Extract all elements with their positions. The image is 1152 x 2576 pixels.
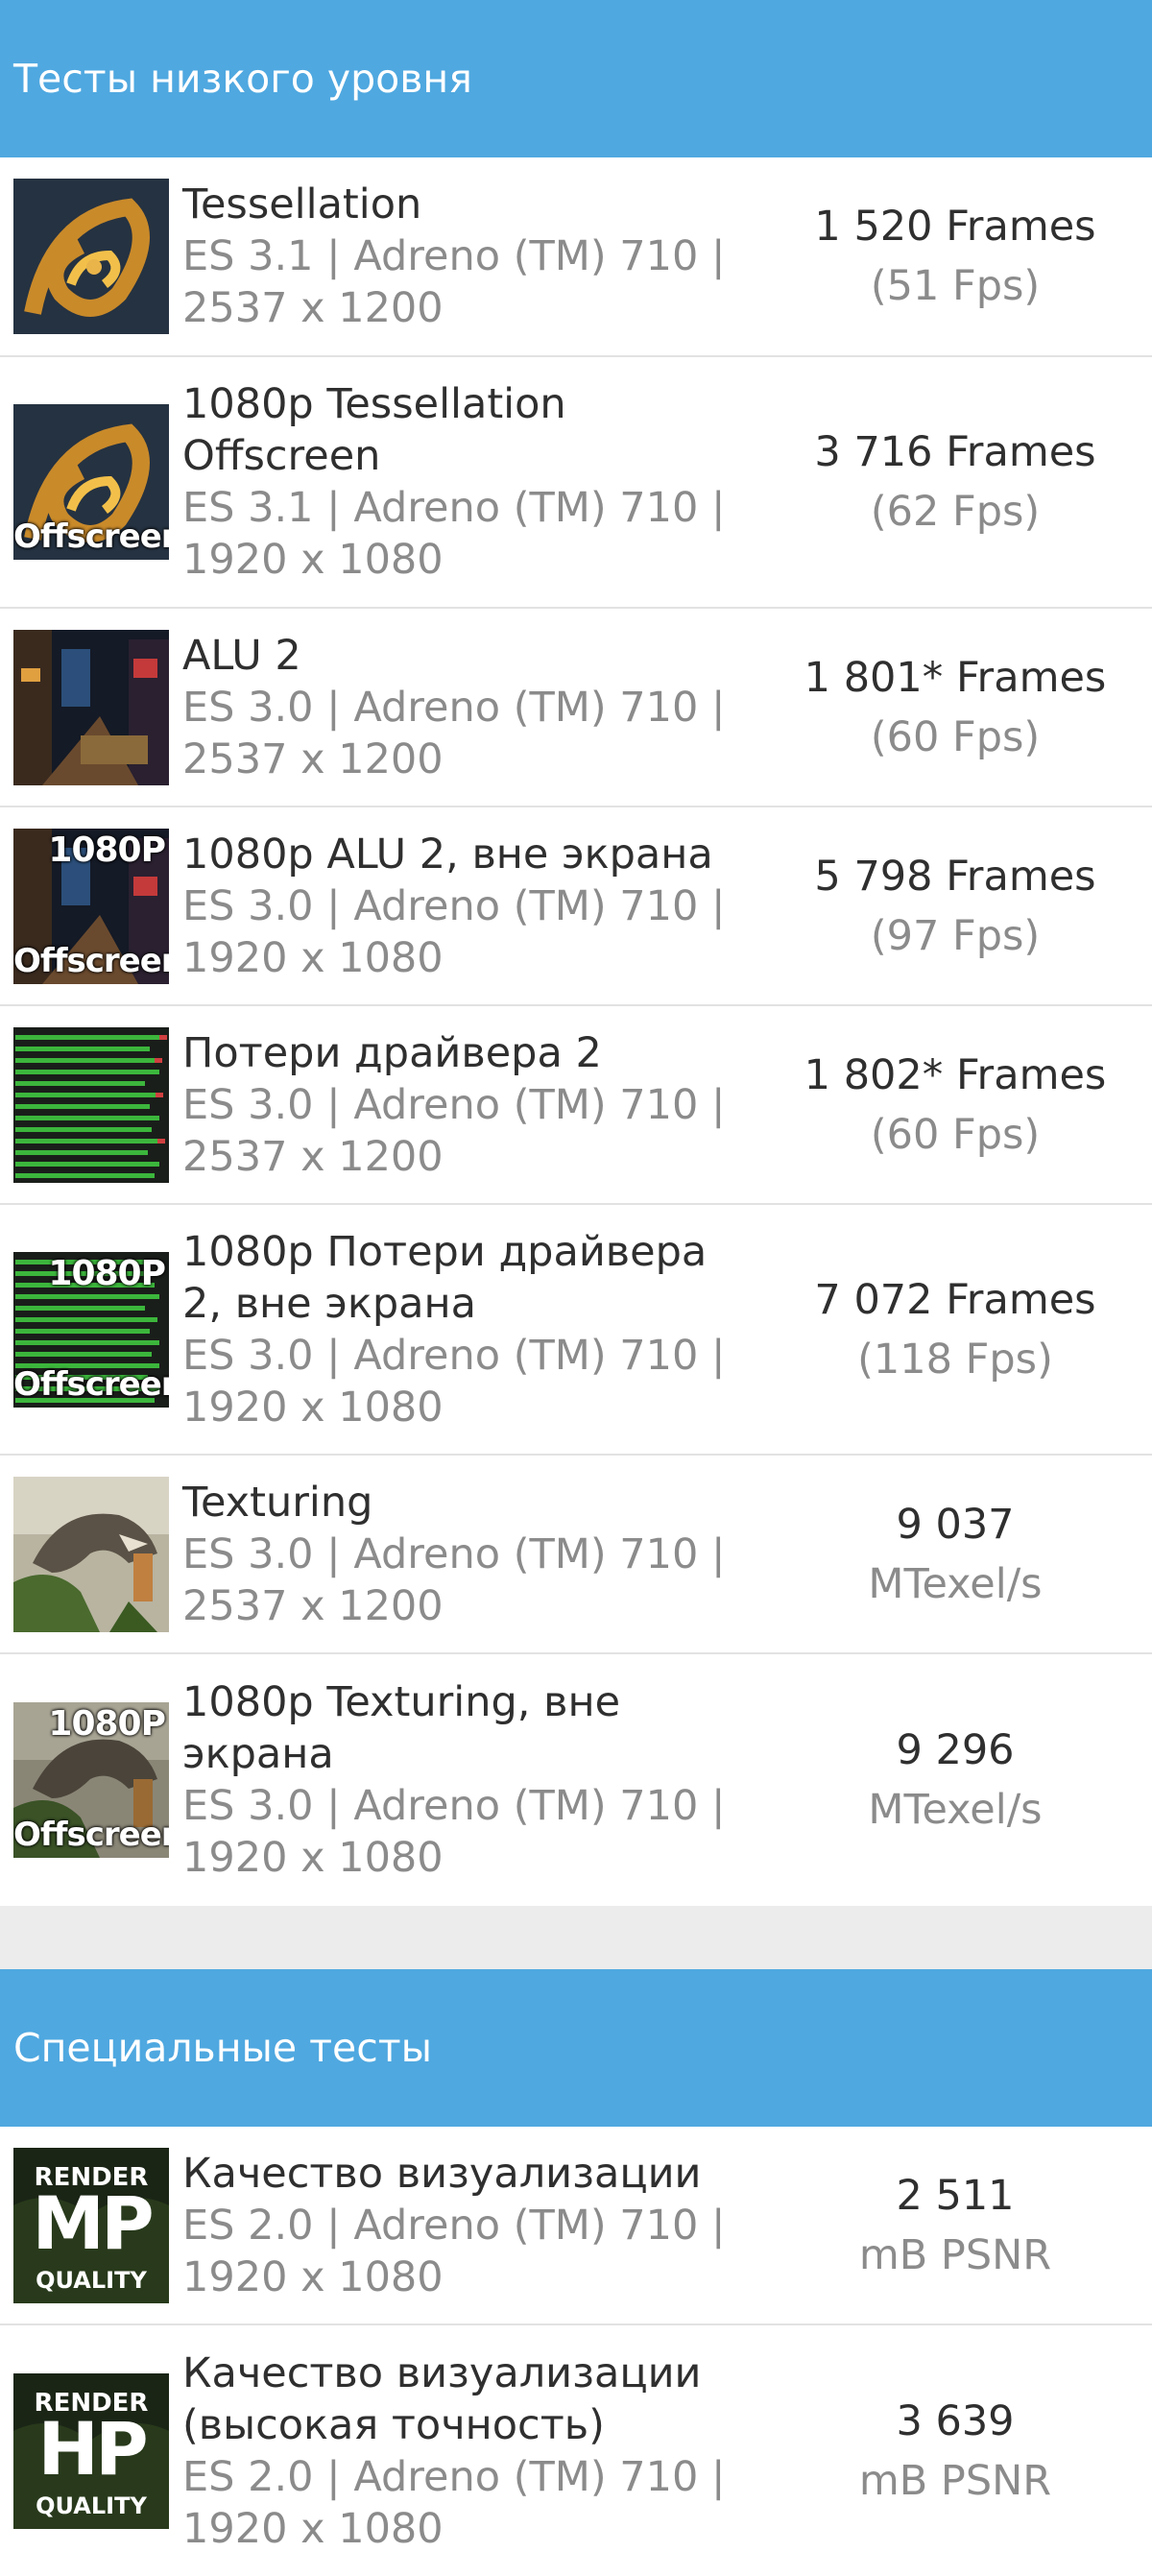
result-value: 1 802* Frames <box>804 1050 1107 1099</box>
test-row-driver-overhead[interactable]: Потери драйвера 2 ES 3.0 | Adreno (TM) 7… <box>0 1006 1152 1205</box>
result-unit: (118 Fps) <box>857 1335 1053 1384</box>
texturing-offscreen-thumbnail: 1080P Offscreen <box>13 1702 169 1858</box>
result-value: 3 716 Frames <box>814 428 1096 476</box>
test-title: 1080p ALU 2, вне экрана <box>182 830 713 879</box>
section-title: Специальные тесты <box>13 2025 433 2071</box>
test-result: 9 037 MTexel/s <box>758 1495 1152 1614</box>
test-row-alu2[interactable]: ALU 2 ES 3.0 | Adreno (TM) 710 | 2537 x … <box>0 609 1152 807</box>
test-title: 1080p Texturing, вне экрана <box>182 1678 621 1778</box>
test-info: 1080p ALU 2, вне экрана ES 3.0 | Adreno … <box>182 829 758 984</box>
test-info: Качество визуализации (высокая точность)… <box>182 2347 758 2555</box>
test-info: ALU 2 ES 3.0 | Adreno (TM) 710 | 2537 x … <box>182 630 758 785</box>
offscreen-label: Offscreen <box>13 1816 169 1854</box>
precision-label: MP <box>32 2179 154 2266</box>
test-result: 9 296 MTexel/s <box>758 1721 1152 1840</box>
result-unit: (60 Fps) <box>870 712 1041 761</box>
result-unit: (97 Fps) <box>870 911 1041 960</box>
resolution-label: 1080P <box>48 1704 166 1744</box>
test-info: 1080p Tessellation Offscreen ES 3.1 | Ad… <box>182 378 758 586</box>
result-value: 3 639 <box>896 2396 1015 2445</box>
result-unit: mB PSNR <box>858 2230 1052 2279</box>
result-value: 1 520 Frames <box>814 203 1096 251</box>
test-title: Потери драйвера 2 <box>182 1028 602 1077</box>
section-header: Специальные тесты <box>0 1969 1152 2127</box>
result-value: 5 798 Frames <box>814 852 1096 901</box>
render-quality-hp-thumbnail: RENDER HP QUALITY <box>13 2372 169 2529</box>
test-info: Tessellation ES 3.1 | Adreno (TM) 710 | … <box>182 179 758 334</box>
result-value: 9 296 <box>896 1726 1015 1774</box>
test-title: Texturing <box>182 1478 373 1527</box>
test-details: ES 3.0 | Adreno (TM) 710 | 2537 x 1200 <box>182 1529 726 1630</box>
section-title: Тесты низкого уровня <box>13 56 472 102</box>
test-row-render-quality-high[interactable]: RENDER HP QUALITY Качество визуализации … <box>0 2325 1152 2576</box>
result-unit: (51 Fps) <box>870 262 1041 310</box>
test-info: 1080p Texturing, вне экрана ES 3.0 | Adr… <box>182 1676 758 1884</box>
driver-overhead-thumbnail <box>13 1026 169 1183</box>
section-divider <box>0 1906 1152 1969</box>
test-row-texturing-offscreen[interactable]: 1080P Offscreen 1080p Texturing, вне экр… <box>0 1654 1152 1906</box>
result-unit: (60 Fps) <box>870 1110 1041 1159</box>
test-title: 1080p Tessellation Offscreen <box>182 380 566 480</box>
quality-label: QUALITY <box>36 2266 147 2294</box>
quality-label: QUALITY <box>36 2492 147 2519</box>
test-details: ES 3.1 | Adreno (TM) 710 | 2537 x 1200 <box>182 232 726 332</box>
resolution-label: 1080P <box>48 830 166 870</box>
render-quality-mp-thumbnail: RENDER MP QUALITY <box>13 2147 169 2303</box>
result-value: 7 072 Frames <box>814 1275 1096 1324</box>
test-details: ES 3.0 | Adreno (TM) 710 | 1920 x 1080 <box>182 881 726 982</box>
offscreen-label: Offscreen <box>13 941 169 980</box>
driver-overhead-offscreen-thumbnail: 1080P Offscreen <box>13 1251 169 1408</box>
tessellation-thumbnail <box>13 179 169 334</box>
test-row-tessellation[interactable]: Tessellation ES 3.1 | Adreno (TM) 710 | … <box>0 157 1152 357</box>
test-title: Качество визуализации (высокая точность) <box>182 2348 702 2449</box>
tessellation-offscreen-thumbnail: Offscreen <box>13 404 169 560</box>
test-row-texturing[interactable]: Texturing ES 3.0 | Adreno (TM) 710 | 253… <box>0 1456 1152 1654</box>
test-row-tessellation-offscreen[interactable]: Offscreen 1080p Tessellation Offscreen E… <box>0 357 1152 609</box>
test-details: ES 3.1 | Adreno (TM) 710 | 1920 x 1080 <box>182 484 726 584</box>
test-result: 2 511 mB PSNR <box>758 2166 1152 2285</box>
test-result: 1 802* Frames (60 Fps) <box>758 1046 1152 1165</box>
test-info: Качество визуализации ES 2.0 | Adreno (T… <box>182 2148 758 2303</box>
section-low-level: Тесты низкого уровня Tessellation ES 3.1… <box>0 0 1152 1906</box>
resolution-label: 1080P <box>48 1253 166 1293</box>
test-result: 3 639 mB PSNR <box>758 2392 1152 2511</box>
test-info: Потери драйвера 2 ES 3.0 | Adreno (TM) 7… <box>182 1027 758 1183</box>
test-details: ES 3.0 | Adreno (TM) 710 | 1920 x 1080 <box>182 1782 726 1882</box>
result-unit: MTexel/s <box>868 1559 1043 1608</box>
section-special: Специальные тесты RENDER MP QUALITY Каче… <box>0 1969 1152 2576</box>
test-title: ALU 2 <box>182 631 301 680</box>
test-result: 1 520 Frames (51 Fps) <box>758 197 1152 316</box>
section-header: Тесты низкого уровня <box>0 0 1152 157</box>
alu2-thumbnail <box>13 629 169 785</box>
test-result: 7 072 Frames (118 Fps) <box>758 1270 1152 1389</box>
test-row-alu2-offscreen[interactable]: 1080P Offscreen 1080p ALU 2, вне экрана … <box>0 807 1152 1006</box>
offscreen-label: Offscreen <box>13 518 169 556</box>
test-details: ES 2.0 | Adreno (TM) 710 | 1920 x 1080 <box>182 2201 726 2301</box>
test-details: ES 3.0 | Adreno (TM) 710 | 1920 x 1080 <box>182 1331 726 1432</box>
precision-label: HP <box>37 2405 148 2492</box>
result-value: 2 511 <box>896 2171 1015 2220</box>
offscreen-label: Offscreen <box>13 1364 169 1404</box>
test-info: 1080p Потери драйвера 2, вне экрана ES 3… <box>182 1226 758 1433</box>
test-row-driver-overhead-offscreen[interactable]: 1080P Offscreen 1080p Потери драйвера 2,… <box>0 1205 1152 1456</box>
test-result: 1 801* Frames (60 Fps) <box>758 648 1152 767</box>
test-title: Качество визуализации <box>182 2149 702 2198</box>
test-result: 3 716 Frames (62 Fps) <box>758 422 1152 542</box>
test-row-render-quality[interactable]: RENDER MP QUALITY Качество визуализации … <box>0 2127 1152 2325</box>
test-title: 1080p Потери драйвера 2, вне экрана <box>182 1227 708 1328</box>
test-result: 5 798 Frames (97 Fps) <box>758 847 1152 966</box>
result-unit: MTexel/s <box>868 1786 1043 1834</box>
result-unit: mB PSNR <box>858 2456 1052 2505</box>
test-title: Tessellation <box>182 181 422 229</box>
test-details: ES 3.0 | Adreno (TM) 710 | 2537 x 1200 <box>182 683 726 783</box>
test-details: ES 3.0 | Adreno (TM) 710 | 2537 x 1200 <box>182 1080 726 1181</box>
texturing-thumbnail <box>13 1476 169 1632</box>
alu2-offscreen-thumbnail: 1080P Offscreen <box>13 828 169 984</box>
test-info: Texturing ES 3.0 | Adreno (TM) 710 | 253… <box>182 1477 758 1632</box>
result-value: 9 037 <box>896 1500 1015 1549</box>
result-value: 1 801* Frames <box>804 653 1107 702</box>
test-details: ES 2.0 | Adreno (TM) 710 | 1920 x 1080 <box>182 2452 726 2553</box>
result-unit: (62 Fps) <box>870 488 1041 536</box>
